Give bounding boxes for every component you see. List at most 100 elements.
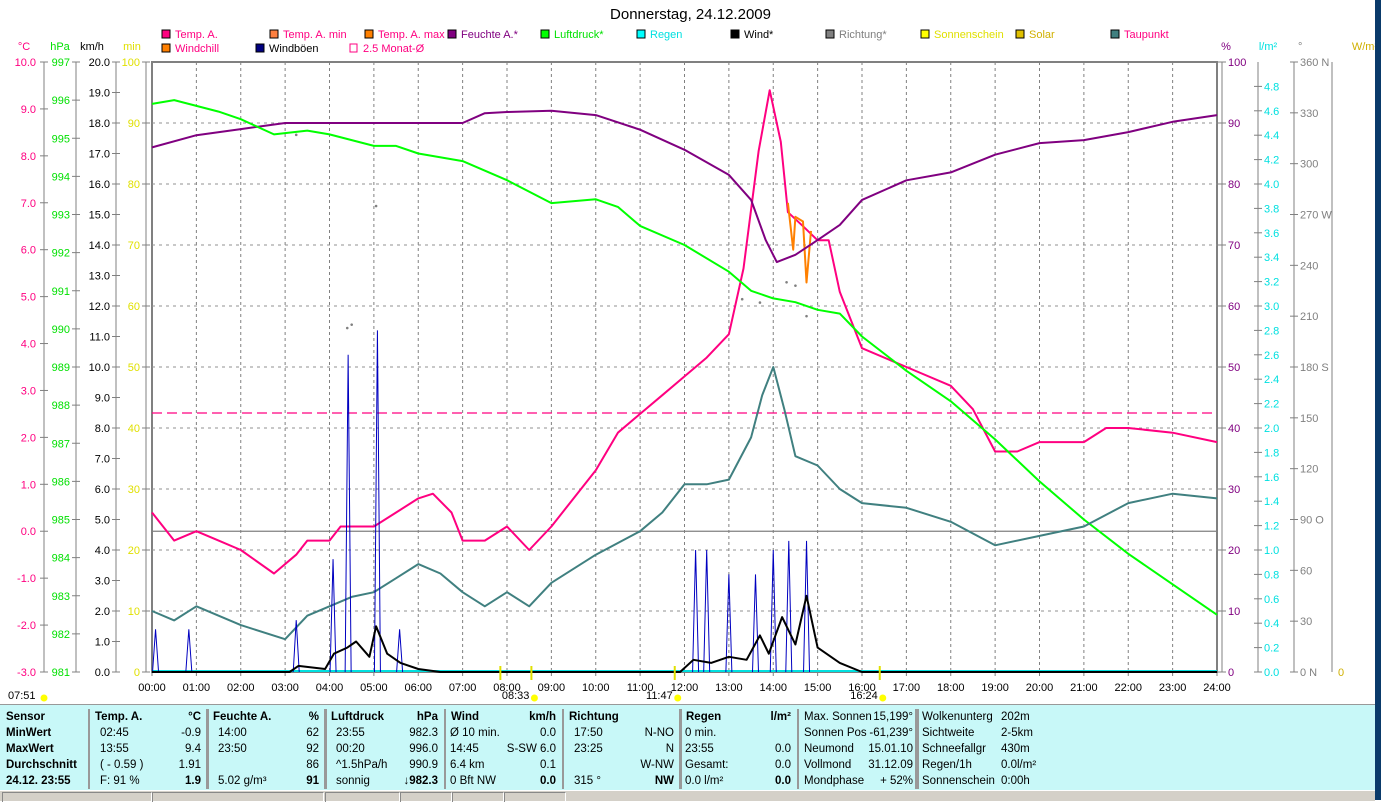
pressure-tick-label: 985 (52, 515, 70, 527)
rain-tick-label: 3.4 (1264, 252, 1279, 264)
row-label: 24.12. 23:55 (6, 775, 71, 787)
minutes-tick-label: 90 (128, 118, 140, 130)
pressure-unit: hPa (416, 711, 438, 723)
pressure-tick-label: 987 (52, 438, 70, 450)
x-tick-label: 21:00 (1070, 682, 1098, 694)
astro-label: Neumond (804, 743, 854, 755)
wind-cell-right: 0.0 (540, 775, 556, 787)
rain-tick-label: 4.4 (1264, 130, 1279, 142)
series-richtung-point (805, 314, 808, 318)
legend-swatch (1110, 29, 1120, 39)
status-panel (400, 792, 452, 802)
wind-tick-label: 2.0 (95, 606, 110, 618)
series-richtung-point (794, 284, 797, 287)
wind-cell-right: 0.0 (540, 727, 556, 739)
x-tick-label: 00:00 (138, 682, 166, 694)
rain-tick-label: 2.4 (1264, 374, 1279, 386)
misc-label: Schneefallgr (922, 743, 986, 755)
legend-swatch (1015, 29, 1025, 39)
rain-tick-label: 2.2 (1264, 399, 1279, 411)
direction-cell-left: 23:25 (574, 743, 603, 755)
humidity-tick-label: 0 (1228, 667, 1234, 679)
x-tick-label: 22:00 (1114, 682, 1142, 694)
legend-item-label: Temp. A. min (283, 29, 347, 41)
rain-tick-label: 1.2 (1264, 521, 1279, 533)
rain-tick-label: 0.0 (1264, 667, 1279, 679)
wind-tick-label: 16.0 (89, 179, 110, 191)
temp-cell-left: ( - 0.59 ) (100, 759, 144, 771)
wind-tick-label: 13.0 (89, 271, 110, 283)
wind-cell-right: 0.1 (540, 759, 556, 771)
temp-tick-label: 9.0 (21, 104, 36, 116)
legend-item-label: Richtung* (839, 29, 887, 41)
direction-header: Richtung (569, 711, 619, 723)
temp-tick-label: 4.0 (21, 339, 36, 351)
legend-swatch (255, 43, 265, 53)
wind-tick-label: 0.0 (95, 667, 110, 679)
x-tick-label: 14:00 (759, 682, 787, 694)
col-humidity: Feuchte A.% 14:00 62 23:50 92 86 5.02 g/m³ 91 (206, 709, 327, 789)
minutes-tick-label: 20 (128, 545, 140, 557)
rain-tick-label: 0.2 (1264, 643, 1279, 655)
direction-cell-left: 315 ° (574, 775, 601, 787)
legend-swatch (636, 29, 646, 39)
astro-label: Max. Sonnen (804, 711, 872, 723)
direction-tick-label: 330 (1300, 108, 1318, 120)
humidity-tick-label: 60 (1228, 301, 1240, 313)
temp-tick-label: 5.0 (21, 292, 36, 304)
direction-cell-right: W-NW (640, 759, 674, 771)
x-tick-label: 12:00 (671, 682, 699, 694)
status-panel (452, 792, 504, 802)
wind-tick-label: 12.0 (89, 301, 110, 313)
wind-cell-left: Ø 10 min. (450, 727, 500, 739)
rain-tick-label: 4.0 (1264, 179, 1279, 191)
row-label: MinWert (6, 727, 52, 739)
x-tick-label: 01:00 (183, 682, 211, 694)
wind-tick-label: 8.0 (95, 423, 110, 435)
humidity-tick-label: 40 (1228, 423, 1240, 435)
temp-cell-left: 13:55 (100, 743, 129, 755)
rain-cell-right: 0.0 (775, 775, 791, 787)
rain-tick-label: 0.4 (1264, 618, 1279, 630)
series-richtung-point (374, 204, 378, 208)
rain-tick-label: 3.8 (1264, 203, 1279, 215)
series-richtung-point (785, 280, 788, 284)
legend-swatch (540, 29, 550, 39)
legend-swatch (269, 29, 279, 39)
x-tick-label: 13:00 (715, 682, 743, 694)
legend-item-label: Sonnenschein (934, 29, 1004, 41)
minutes-tick-label: 100 (122, 57, 140, 69)
wind-tick-label: 17.0 (89, 149, 110, 161)
sun-time-label: 07:51 (8, 690, 36, 702)
misc-label: Sonnenschein (922, 775, 995, 787)
col-pressure: Luftdruck hPa 23:55 982.3 00:20 996.0 ^1.5hPa/… (324, 709, 446, 789)
series-richtung-point (740, 297, 744, 301)
sensor-header: Sensor (6, 711, 45, 723)
temp-tick-label: 8.0 (21, 151, 36, 163)
wind-tick-label: 1.0 (95, 637, 110, 649)
x-tick-label: 03:00 (271, 682, 299, 694)
temp-cell-right: 1.9 (185, 775, 201, 787)
minutes-tick-label: 70 (128, 240, 140, 252)
rain-tick-label: 0.6 (1264, 594, 1279, 606)
minutes-tick-label: 10 (128, 606, 140, 618)
misc-value: 0.0l/m² (1001, 759, 1037, 771)
pressure-cell-left: 00:20 (336, 743, 365, 755)
temp-tick-label: -1.0 (17, 573, 36, 585)
sun-time-label: 16:24 (850, 690, 878, 702)
pressure-tick-label: 994 (52, 171, 70, 183)
pressure-cell-left: 23:55 (336, 727, 365, 739)
minutes-tick-label: 60 (128, 301, 140, 313)
misc-value: 430m (1001, 743, 1030, 755)
astro-value: -61,239° (869, 727, 913, 739)
astro-value: 15,199° (873, 711, 913, 723)
humidity-cell-left: 23:50 (218, 743, 247, 755)
desktop-edge (1375, 0, 1381, 800)
col-misc: Wolkenunterg 202m Sichtweite 2-5km Schneefal… (915, 709, 1047, 789)
temp-tick-label: 2.0 (21, 432, 36, 444)
rain-cell-left: Gesamt: (685, 759, 729, 771)
summary-table: Sensor MinWert MaxWert Durchschnitt 24.1… (0, 704, 1375, 791)
legend-item-label: Windchill (175, 43, 219, 55)
misc-label: Regen/1h (922, 759, 972, 771)
col-temp: Temp. A. °C 02:45 -0.9 13:55 9.4 ( - 0.59 ) 1.9… (88, 709, 209, 789)
